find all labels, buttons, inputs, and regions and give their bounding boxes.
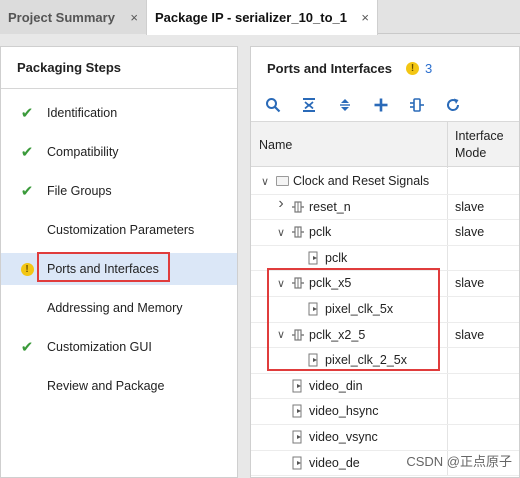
row-name: pclk (309, 225, 332, 240)
chevron-down-icon[interactable]: ∨ (275, 226, 287, 239)
blank-icon (19, 222, 35, 238)
row-name: reset_n (309, 199, 351, 214)
table-row[interactable]: video_vsync (251, 425, 519, 451)
column-header-line: Mode (455, 146, 487, 160)
step-label: Compatibility (47, 145, 119, 159)
close-icon[interactable]: × (361, 10, 369, 25)
expand-all-icon[interactable] (333, 94, 357, 116)
table-row[interactable]: video_hsync (251, 399, 519, 425)
chevron-down-icon[interactable]: ∨ (259, 175, 271, 188)
highlight-box (37, 252, 170, 282)
watermark: CSDN @正点原子 (406, 454, 512, 469)
column-divider (447, 373, 448, 400)
interface-icon (291, 200, 305, 214)
packaging-step-item[interactable]: Customization Parameters (1, 214, 237, 246)
check-icon: ✔ (20, 183, 34, 200)
port-icon (291, 379, 305, 393)
row-name: pclk (325, 250, 348, 265)
port-icon (307, 251, 321, 265)
column-divider (447, 425, 448, 451)
interface-icon (291, 225, 305, 239)
ports-interfaces-panel: Ports and Interfaces ! 3 Name Interface … (250, 46, 520, 478)
row-interface-mode: slave (455, 225, 485, 240)
step-label: Identification (47, 106, 118, 120)
row-name: video_de (309, 455, 360, 470)
editor-tab-bar: Project Summary × Package IP - serialize… (0, 0, 520, 35)
warning-icon[interactable]: ! (406, 61, 419, 75)
row-name: video_hsync (309, 404, 379, 419)
ports-toolbar (251, 91, 519, 119)
warning-count[interactable]: 3 (425, 61, 432, 76)
panel-title: Ports and Interfaces (267, 60, 392, 76)
tab-package-ip[interactable]: Package IP - serializer_10_to_1 × (146, 0, 378, 35)
packaging-step-item[interactable]: ✔ Customization GUI (1, 331, 237, 363)
search-icon[interactable] (261, 94, 285, 116)
column-divider (447, 194, 448, 221)
check-icon: ✔ (20, 144, 34, 161)
tab-label: Project Summary (8, 9, 115, 25)
table-row[interactable]: video_din (251, 373, 519, 400)
port-icon (291, 404, 305, 418)
column-divider (447, 399, 448, 425)
row-name: Clock and Reset Signals (293, 174, 430, 188)
port-icon (291, 430, 305, 444)
tab-project-summary[interactable]: Project Summary × (0, 0, 146, 34)
chevron-right-icon[interactable]: › (275, 195, 287, 212)
column-header-line: Interface (455, 129, 504, 143)
packaging-step-item[interactable]: ✔ Compatibility (1, 136, 237, 168)
check-icon: ✔ (20, 339, 34, 356)
packaging-step-item[interactable]: ✔ Identification (1, 97, 237, 129)
panel-header: Ports and Interfaces ! 3 (251, 47, 519, 89)
table-header: Name Interface Mode (251, 121, 519, 168)
port-icon (291, 456, 305, 470)
column-divider (447, 220, 448, 246)
row-name: video_vsync (309, 430, 378, 444)
add-icon[interactable] (369, 94, 393, 116)
row-name: video_din (309, 378, 363, 393)
packaging-step-item[interactable]: ✔ File Groups (1, 175, 237, 207)
blank-icon (19, 378, 35, 394)
step-label: Review and Package (47, 379, 165, 393)
column-divider (447, 169, 448, 195)
step-label: Customization Parameters (47, 223, 195, 237)
column-header-interface-mode[interactable]: Interface Mode (455, 128, 504, 162)
row-interface-mode: slave (455, 276, 485, 291)
column-header-name[interactable]: Name (259, 138, 292, 152)
table-row[interactable]: ∨ Clock and Reset Signals (251, 169, 519, 195)
tab-label: Package IP - serializer_10_to_1 (155, 10, 347, 25)
column-divider (447, 245, 448, 272)
table-row[interactable]: ∨ pclk slave (251, 220, 519, 246)
refresh-icon[interactable] (441, 94, 465, 116)
step-label: Addressing and Memory (47, 301, 183, 315)
blank-icon (19, 300, 35, 316)
step-label: Customization GUI (47, 340, 152, 354)
column-divider (447, 322, 448, 349)
column-divider (447, 297, 448, 323)
column-divider (447, 348, 448, 374)
table-row[interactable]: › reset_n slave (251, 194, 519, 221)
port-map-icon[interactable] (405, 94, 429, 116)
panel-title: Packaging Steps (1, 47, 237, 89)
warning-icon: ! (19, 261, 35, 277)
collapse-all-icon[interactable] (297, 94, 321, 116)
row-interface-mode: slave (455, 327, 485, 342)
close-icon[interactable]: × (130, 10, 138, 25)
row-interface-mode: slave (455, 199, 485, 214)
column-divider (447, 271, 448, 297)
highlight-box (267, 268, 440, 371)
folder-icon (275, 174, 289, 188)
row-divider (251, 475, 519, 477)
column-divider[interactable] (447, 122, 448, 168)
packaging-step-item[interactable]: Addressing and Memory (1, 292, 237, 324)
step-label: File Groups (47, 184, 112, 198)
check-icon: ✔ (20, 105, 34, 122)
packaging-step-item[interactable]: Review and Package (1, 370, 237, 402)
